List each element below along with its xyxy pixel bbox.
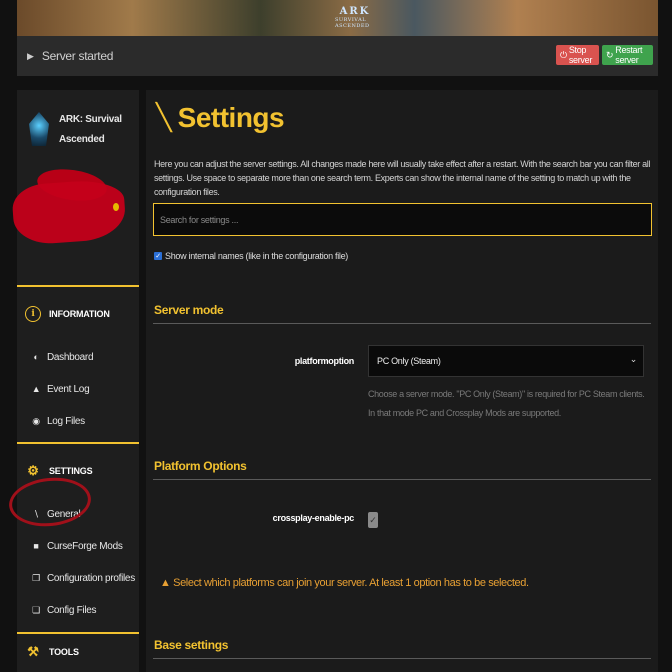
platform-warning: ▲ Select which platforms can join your s… [160, 577, 529, 589]
platformoption-value: PC Only (Steam) [377, 356, 441, 366]
server-status-text: Server started [41, 49, 114, 63]
info-icon: i [25, 306, 41, 322]
redaction-mark [11, 178, 127, 246]
show-internal-names-label: Show internal names (like in the configu… [165, 251, 349, 261]
sidebar-item-label: Log Files [47, 415, 85, 427]
logo-big-text: ARK [339, 5, 371, 17]
crossplay-enable-pc-label: crossplay-enable-pc [272, 513, 355, 523]
server-game-icon [29, 112, 49, 146]
divider [153, 658, 651, 659]
copy-icon: ❐ [32, 572, 40, 583]
anvil-icon: ■ [33, 541, 39, 551]
logo-small-text: SURVIVAL ASCENDED [335, 16, 370, 29]
search-input[interactable] [153, 203, 652, 236]
platformoption-hint: Choose a server mode. "PC Only (Steam)" … [368, 389, 645, 418]
sidebar-item-dashboard[interactable]: ◐ Dashboard [17, 341, 139, 373]
page-title: ╲ Settings [156, 98, 285, 138]
sidebar-item-label: CurseForge Mods [47, 540, 123, 552]
refresh-icon: ↻ [606, 49, 614, 60]
dashboard-icon: ◐ [33, 352, 39, 362]
sidebar-section-tools: ⚒ TOOLS [17, 632, 139, 670]
group-title-server-mode: Server mode [154, 303, 224, 317]
game-logo: ARK SURVIVAL ASCENDED [335, 4, 375, 30]
settings-description: Here you can adjust the server settings.… [154, 159, 651, 197]
restart-server-label: Restart server [615, 45, 643, 65]
sidebar-item-configuration-profiles[interactable]: ❐ Configuration profiles [17, 562, 139, 594]
sidebar: ARK: Survival Ascended i INFORMATION ◐ D… [6, 90, 139, 672]
stop-server-button[interactable]: ⏻ Stop server [556, 45, 599, 65]
divider [153, 323, 651, 324]
show-internal-names-checkbox[interactable]: ✓ [154, 252, 162, 260]
sidebar-section-settings: ⚙ SETTINGS ∖ General ■ CurseForge Mods ❐… [17, 442, 139, 626]
file-icon: ❏ [32, 604, 40, 615]
gear-icon: ⚙ [27, 463, 39, 479]
section-title-text: SETTINGS [49, 466, 93, 476]
sidebar-section-information: i INFORMATION ◐ Dashboard ▲ Event Log ◉ … [17, 285, 139, 437]
section-title-text: INFORMATION [49, 309, 110, 319]
header-banner: ARK SURVIVAL ASCENDED [17, 0, 658, 36]
server-card[interactable]: ARK: Survival Ascended [11, 90, 139, 285]
restart-server-button[interactable]: ↻ Restart server [602, 45, 653, 65]
eye-icon: ◉ [32, 415, 40, 426]
play-icon: ▶ [27, 50, 34, 61]
sidebar-item-log-files[interactable]: ◉ Log Files [17, 405, 139, 437]
stop-server-label: Stop server [568, 45, 593, 65]
section-title-text: TOOLS [49, 647, 79, 657]
tools-icon: ⚒ [27, 644, 39, 660]
sidebar-item-label: Dashboard [47, 351, 94, 363]
warning-icon: ▲ [160, 577, 171, 589]
bell-icon: ▲ [31, 384, 41, 394]
power-icon: ⏻ [560, 49, 567, 60]
sidebar-item-label: Configuration profiles [47, 572, 135, 584]
section-title[interactable]: ⚒ TOOLS [17, 634, 139, 670]
platformoption-select[interactable]: PC Only (Steam) ⌄ [368, 345, 644, 377]
sidebar-item-event-log[interactable]: ▲ Event Log [17, 373, 139, 405]
group-title-base-settings: Base settings [154, 638, 229, 652]
page-title-text: Settings [177, 102, 285, 133]
sidebar-item-config-files[interactable]: ❏ Config Files [17, 594, 139, 626]
show-internal-names-row[interactable]: ✓ Show internal names (like in the confi… [154, 251, 348, 261]
group-title-platform-options: Platform Options [154, 459, 247, 473]
sidebar-item-curseforge-mods[interactable]: ■ CurseForge Mods [17, 530, 139, 562]
wrench-icon: ╲ [156, 103, 172, 133]
crossplay-enable-pc-checkbox[interactable]: ✓ [368, 512, 378, 528]
main-content: ╲ Settings Here you can adjust the serve… [146, 90, 658, 672]
warning-text: Select which platforms can join your ser… [173, 577, 529, 589]
platformoption-label: platformoption [294, 356, 355, 366]
divider [153, 479, 651, 480]
chevron-down-icon: ⌄ [629, 354, 638, 364]
sidebar-item-label: Event Log [47, 383, 90, 395]
sidebar-item-label: Config Files [47, 604, 97, 616]
section-title[interactable]: i INFORMATION [17, 287, 139, 341]
server-name: ARK: Survival Ascended [59, 114, 122, 145]
status-dot [113, 203, 119, 211]
